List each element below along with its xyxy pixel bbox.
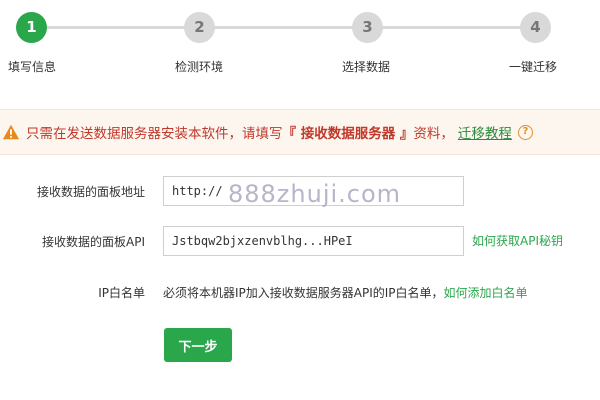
step-3-circle: 3: [352, 12, 383, 43]
warning-strong-text: 『 接收数据服务器 』: [282, 126, 414, 142]
panel-api-row: 接收数据的面板API 如何获取API秘钥: [0, 226, 600, 258]
ip-whitelist-hint: 必须将本机器IP加入接收数据服务器API的IP白名单，如何添加白名单: [163, 277, 528, 309]
panel-api-input[interactable]: [163, 226, 464, 256]
migration-tutorial-link[interactable]: 迁移教程: [458, 122, 512, 142]
panel-url-row: 接收数据的面板地址: [0, 176, 600, 208]
warning-text: 只需在发送数据服务器安装本软件，请填写: [26, 126, 283, 142]
ip-whitelist-label: IP白名单: [98, 286, 145, 300]
panel-url-input[interactable]: [163, 176, 464, 206]
panel-api-label: 接收数据的面板API: [42, 235, 145, 249]
panel-url-label: 接收数据的面板地址: [36, 185, 145, 199]
step-4-circle: 4: [520, 12, 551, 43]
step-connector: [381, 26, 521, 29]
step-2-circle: 2: [184, 12, 215, 43]
progress-stepper: 1 2 3 4 填写信息 检测环境 选择数据 一键迁移: [0, 0, 600, 100]
step-4-label: 一键迁移: [509, 60, 558, 74]
step-1-label: 填写信息: [8, 60, 57, 74]
ip-whitelist-text: 必须将本机器IP加入接收数据服务器API的IP白名单，: [163, 286, 444, 300]
help-icon[interactable]: ?: [517, 124, 533, 140]
api-key-help-link[interactable]: 如何获取API秘钥: [472, 226, 563, 256]
warning-banner: 只需在发送数据服务器安装本软件，请填写 『 接收数据服务器 』 资料， 迁移教程…: [0, 109, 600, 155]
step-2-label: 检测环境: [175, 60, 224, 74]
next-step-button[interactable]: 下一步: [164, 328, 232, 362]
step-connector: [45, 26, 185, 29]
step-3-label: 选择数据: [342, 60, 391, 74]
step-connector: [213, 26, 353, 29]
step-1-circle: 1: [16, 12, 47, 43]
warning-suffix: 资料，: [413, 126, 454, 142]
add-whitelist-link[interactable]: 如何添加白名单: [444, 286, 528, 300]
warning-icon: [2, 124, 20, 140]
ip-whitelist-row: IP白名单 必须将本机器IP加入接收数据服务器API的IP白名单，如何添加白名单: [0, 277, 600, 309]
